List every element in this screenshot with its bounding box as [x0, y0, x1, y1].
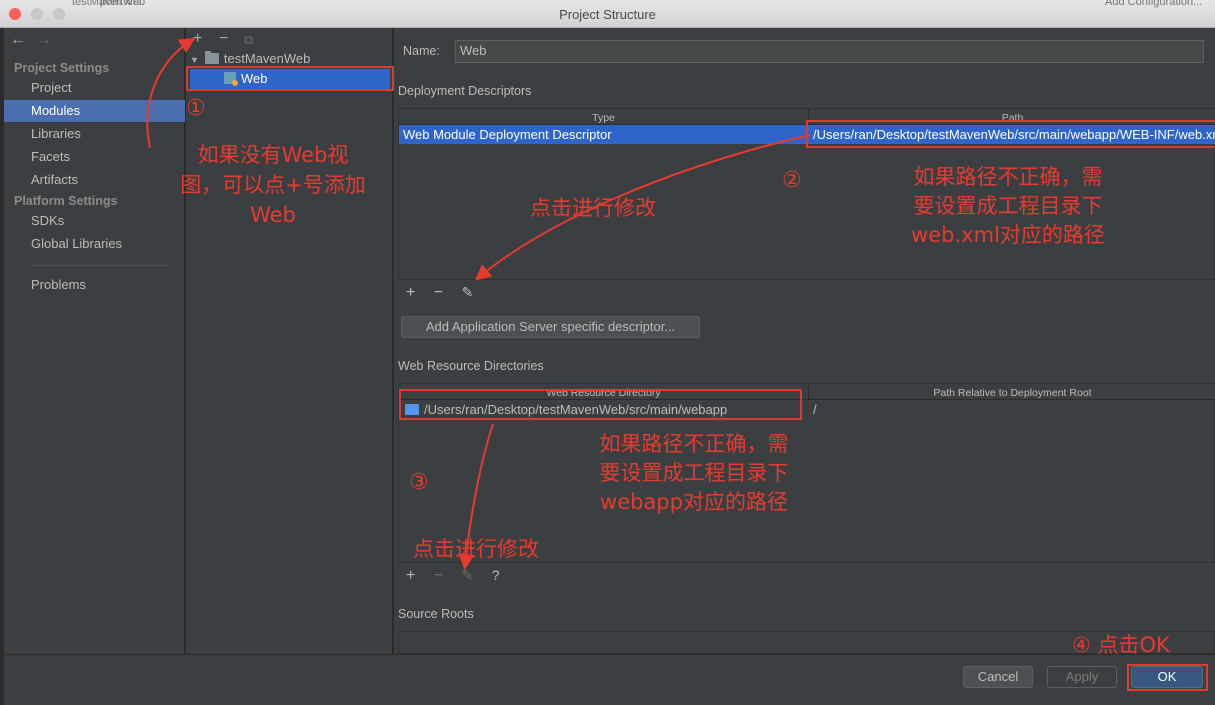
annotation-arrows [146, 37, 811, 570]
annotation-note-2: 如果路径不正确，需 要设置成工程目录下 web.xml对应的路径 [890, 163, 1126, 250]
annotation-click-edit-2: 点击进行修改 [413, 537, 539, 561]
annotation-note-1-line: Web [250, 203, 296, 227]
annotation-number-1: ① [186, 96, 206, 121]
annotation-number-3: ③ [409, 470, 429, 495]
annotation-note-3: 如果路径不正确，需 要设置成工程目录下 webapp对应的路径 [576, 430, 812, 517]
arrow-to-add-icon [146, 37, 196, 149]
annotation-note-1: 如果没有Web视 图，可以点+号添加 Web [168, 140, 378, 230]
annotation-click-edit-1: 点击进行修改 [530, 196, 656, 220]
annotation-note-3-line: 要设置成工程目录下 [599, 461, 789, 485]
annotation-number-2: ② [782, 168, 802, 193]
annotation-note-3-line: webapp对应的路径 [600, 490, 788, 514]
annotation-note-1-line: 图，可以点+号添加 [180, 173, 366, 197]
annotation-note-2-line: web.xml对应的路径 [911, 223, 1105, 247]
annotation-note-1-line: 如果没有Web视 [197, 143, 349, 167]
annotation-note-2-line: 要设置成工程目录下 [913, 194, 1103, 218]
annotation-number-4: ④ 点击OK [1072, 633, 1170, 657]
annotation-note-2-line: 如果路径不正确，需 [913, 165, 1103, 189]
annotation-note-3-line: 如果路径不正确，需 [599, 432, 789, 456]
